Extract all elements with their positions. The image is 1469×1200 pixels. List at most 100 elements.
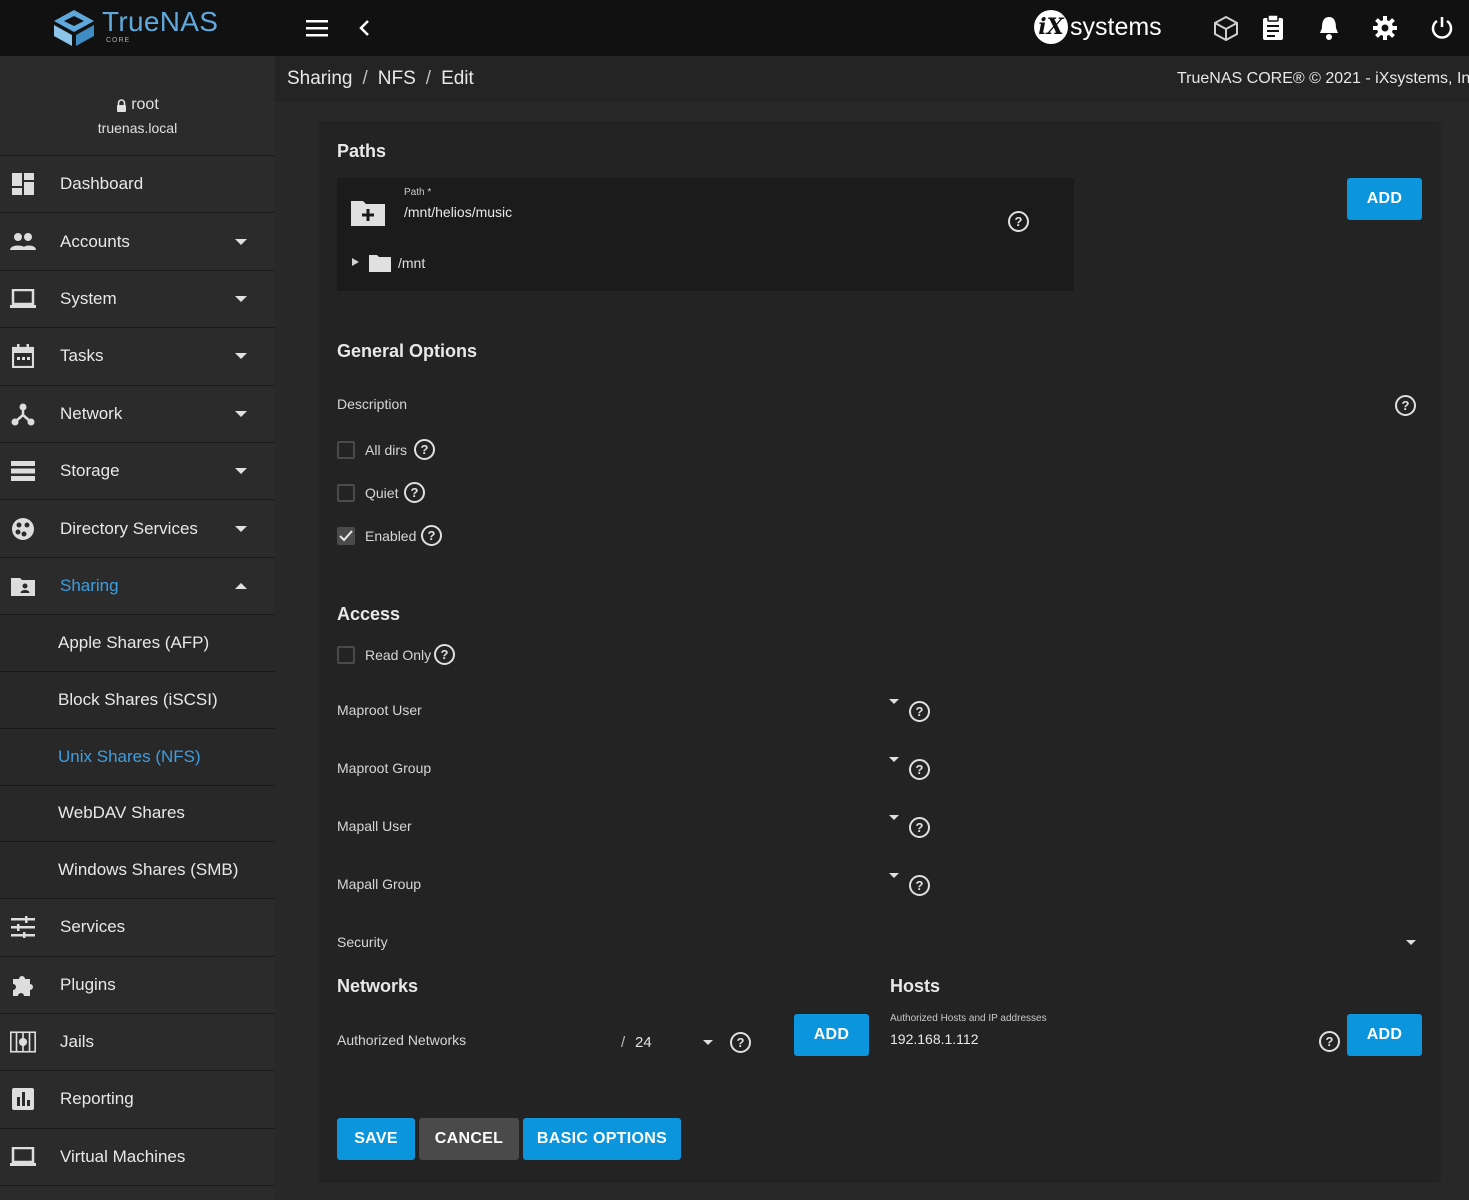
sidebar-item-label: Jails bbox=[60, 1032, 95, 1052]
help-icon[interactable]: ? bbox=[414, 439, 435, 460]
truecommand-icon[interactable] bbox=[1212, 14, 1240, 42]
dropdown-arrow-icon[interactable] bbox=[889, 757, 899, 762]
enabled-label: Enabled bbox=[365, 528, 417, 544]
description-field[interactable]: Description bbox=[337, 396, 407, 412]
help-icon[interactable]: ? bbox=[1319, 1031, 1340, 1052]
sidebar-item-label: Services bbox=[60, 917, 126, 937]
sidebar-item-label: Tasks bbox=[60, 346, 104, 366]
settings-icon[interactable] bbox=[1371, 14, 1399, 42]
help-icon[interactable]: ? bbox=[421, 525, 442, 546]
sidebar-item-sharing[interactable]: Sharing bbox=[0, 558, 275, 616]
all-dirs-checkbox[interactable] bbox=[337, 441, 355, 459]
help-icon[interactable]: ? bbox=[434, 644, 455, 665]
authorized-networks-input[interactable]: Authorized Networks bbox=[337, 1032, 466, 1048]
network-icon bbox=[10, 401, 36, 427]
add-path-button[interactable]: ADD bbox=[1347, 178, 1422, 220]
cancel-button[interactable]: CANCEL bbox=[419, 1118, 519, 1160]
breadcrumb-nfs[interactable]: NFS bbox=[378, 68, 416, 90]
sidebar-item-network[interactable]: Network bbox=[0, 386, 275, 443]
breadcrumb-separator: / bbox=[425, 68, 432, 89]
dropdown-arrow-icon[interactable] bbox=[889, 873, 899, 878]
breadcrumb: Sharing / NFS / Edit bbox=[287, 68, 474, 90]
menu-icon[interactable] bbox=[303, 14, 331, 42]
tree-node-mnt[interactable]: /mnt bbox=[398, 255, 425, 271]
section-title-access: Access bbox=[337, 604, 401, 624]
dropdown-arrow-icon[interactable] bbox=[1406, 940, 1416, 945]
sidebar-item-accounts[interactable]: Accounts bbox=[0, 213, 275, 271]
netmask-separator: / bbox=[621, 1034, 626, 1051]
netmask-select[interactable]: 24 bbox=[635, 1034, 652, 1051]
sidebar-item-jails[interactable]: Jails bbox=[0, 1014, 275, 1072]
ix-mark: iX bbox=[1034, 10, 1068, 44]
sidebar-item-plugins[interactable]: Plugins bbox=[0, 957, 275, 1014]
tree-expand-icon[interactable] bbox=[352, 258, 359, 266]
sidebar-item-services[interactable]: Services bbox=[0, 899, 275, 957]
help-icon[interactable]: ? bbox=[1395, 395, 1416, 416]
breadcrumb-sharing[interactable]: Sharing bbox=[287, 68, 353, 90]
sidebar-subitem-afp[interactable]: Apple Shares (AFP) bbox=[0, 615, 275, 672]
sidebar-item-reporting[interactable]: Reporting bbox=[0, 1071, 275, 1129]
enabled-checkbox[interactable] bbox=[337, 527, 355, 545]
chevron-down-icon bbox=[235, 525, 247, 532]
authorized-hosts-input[interactable]: 192.168.1.112 bbox=[890, 1031, 1290, 1047]
sidebar-item-tasks[interactable]: Tasks bbox=[0, 328, 275, 386]
truenas-logo-icon bbox=[54, 10, 94, 46]
maproot-group-select[interactable]: Maproot Group bbox=[337, 760, 431, 776]
help-icon[interactable]: ? bbox=[909, 759, 930, 780]
all-dirs-label: All dirs bbox=[365, 442, 408, 458]
help-icon[interactable]: ? bbox=[730, 1032, 751, 1053]
sidebar-item-label: Reporting bbox=[60, 1089, 134, 1109]
sidebar-item-virtual-machines[interactable]: Virtual Machines bbox=[0, 1129, 275, 1187]
truenas-logo[interactable]: TrueNAS CORE bbox=[52, 8, 218, 48]
sidebar-item-dashboard[interactable]: Dashboard bbox=[0, 156, 275, 214]
back-icon[interactable] bbox=[350, 14, 378, 42]
help-icon[interactable]: ? bbox=[1008, 211, 1029, 232]
path-input[interactable]: /mnt/helios/music bbox=[404, 204, 964, 220]
tasks-icon[interactable] bbox=[1259, 14, 1287, 42]
sidebar-subitem-smb[interactable]: Windows Shares (SMB) bbox=[0, 842, 275, 900]
sidebar-subitem-nfs[interactable]: Unix Shares (NFS) bbox=[0, 728, 275, 786]
bell-icon[interactable] bbox=[1315, 14, 1343, 42]
chevron-down-icon bbox=[235, 468, 247, 475]
accounts-icon bbox=[10, 229, 36, 255]
save-button[interactable]: SAVE bbox=[337, 1118, 415, 1160]
sidebar-item-label: Virtual Machines bbox=[60, 1146, 186, 1166]
dropdown-arrow-icon[interactable] bbox=[889, 699, 899, 704]
dropdown-arrow-icon[interactable] bbox=[703, 1040, 713, 1045]
sidebar: root truenas.local Dashboard Accounts Sy… bbox=[0, 56, 275, 1200]
sidebar-item-label: Storage bbox=[60, 461, 120, 481]
add-network-button[interactable]: ADD bbox=[794, 1014, 869, 1056]
mapall-user-select[interactable]: Mapall User bbox=[337, 818, 412, 834]
ixsystems-logo[interactable]: iX systems bbox=[1034, 10, 1162, 44]
help-icon[interactable]: ? bbox=[909, 875, 930, 896]
maproot-user-select[interactable]: Maproot User bbox=[337, 702, 422, 718]
sidebar-item-storage[interactable]: Storage bbox=[0, 443, 275, 501]
help-icon[interactable]: ? bbox=[909, 817, 930, 838]
quiet-label: Quiet bbox=[365, 485, 399, 501]
dashboard-icon bbox=[10, 171, 36, 197]
security-select[interactable]: Security bbox=[337, 934, 388, 950]
add-host-button[interactable]: ADD bbox=[1347, 1014, 1422, 1056]
calendar-icon bbox=[10, 343, 36, 369]
authorized-hosts-label: Authorized Hosts and IP addresses bbox=[890, 1013, 1047, 1024]
help-icon[interactable]: ? bbox=[404, 482, 425, 503]
chevron-up-icon bbox=[235, 582, 247, 589]
sidebar-item-label: System bbox=[60, 288, 117, 308]
quiet-checkbox[interactable] bbox=[337, 484, 355, 502]
power-icon[interactable] bbox=[1428, 14, 1456, 42]
sidebar-subitem-iscsi[interactable]: Block Shares (iSCSI) bbox=[0, 671, 275, 729]
computer-icon bbox=[10, 1144, 36, 1170]
puzzle-icon bbox=[10, 972, 36, 998]
breadcrumb-bar: Sharing / NFS / Edit TrueNAS CORE® © 202… bbox=[275, 56, 1469, 102]
sidebar-item-directory-services[interactable]: Directory Services bbox=[0, 500, 275, 558]
create-folder-icon[interactable] bbox=[351, 198, 385, 226]
help-icon[interactable]: ? bbox=[909, 701, 930, 722]
sidebar-item-system[interactable]: System bbox=[0, 271, 275, 329]
dropdown-arrow-icon[interactable] bbox=[889, 815, 899, 820]
mapall-group-select[interactable]: Mapall Group bbox=[337, 876, 421, 892]
basic-options-button[interactable]: BASIC OPTIONS bbox=[523, 1118, 681, 1160]
sidebar-subitem-webdav[interactable]: WebDAV Shares bbox=[0, 785, 275, 843]
read-only-checkbox[interactable] bbox=[337, 646, 355, 664]
chevron-down-icon bbox=[235, 295, 247, 302]
section-title-networks: Networks bbox=[337, 976, 419, 996]
